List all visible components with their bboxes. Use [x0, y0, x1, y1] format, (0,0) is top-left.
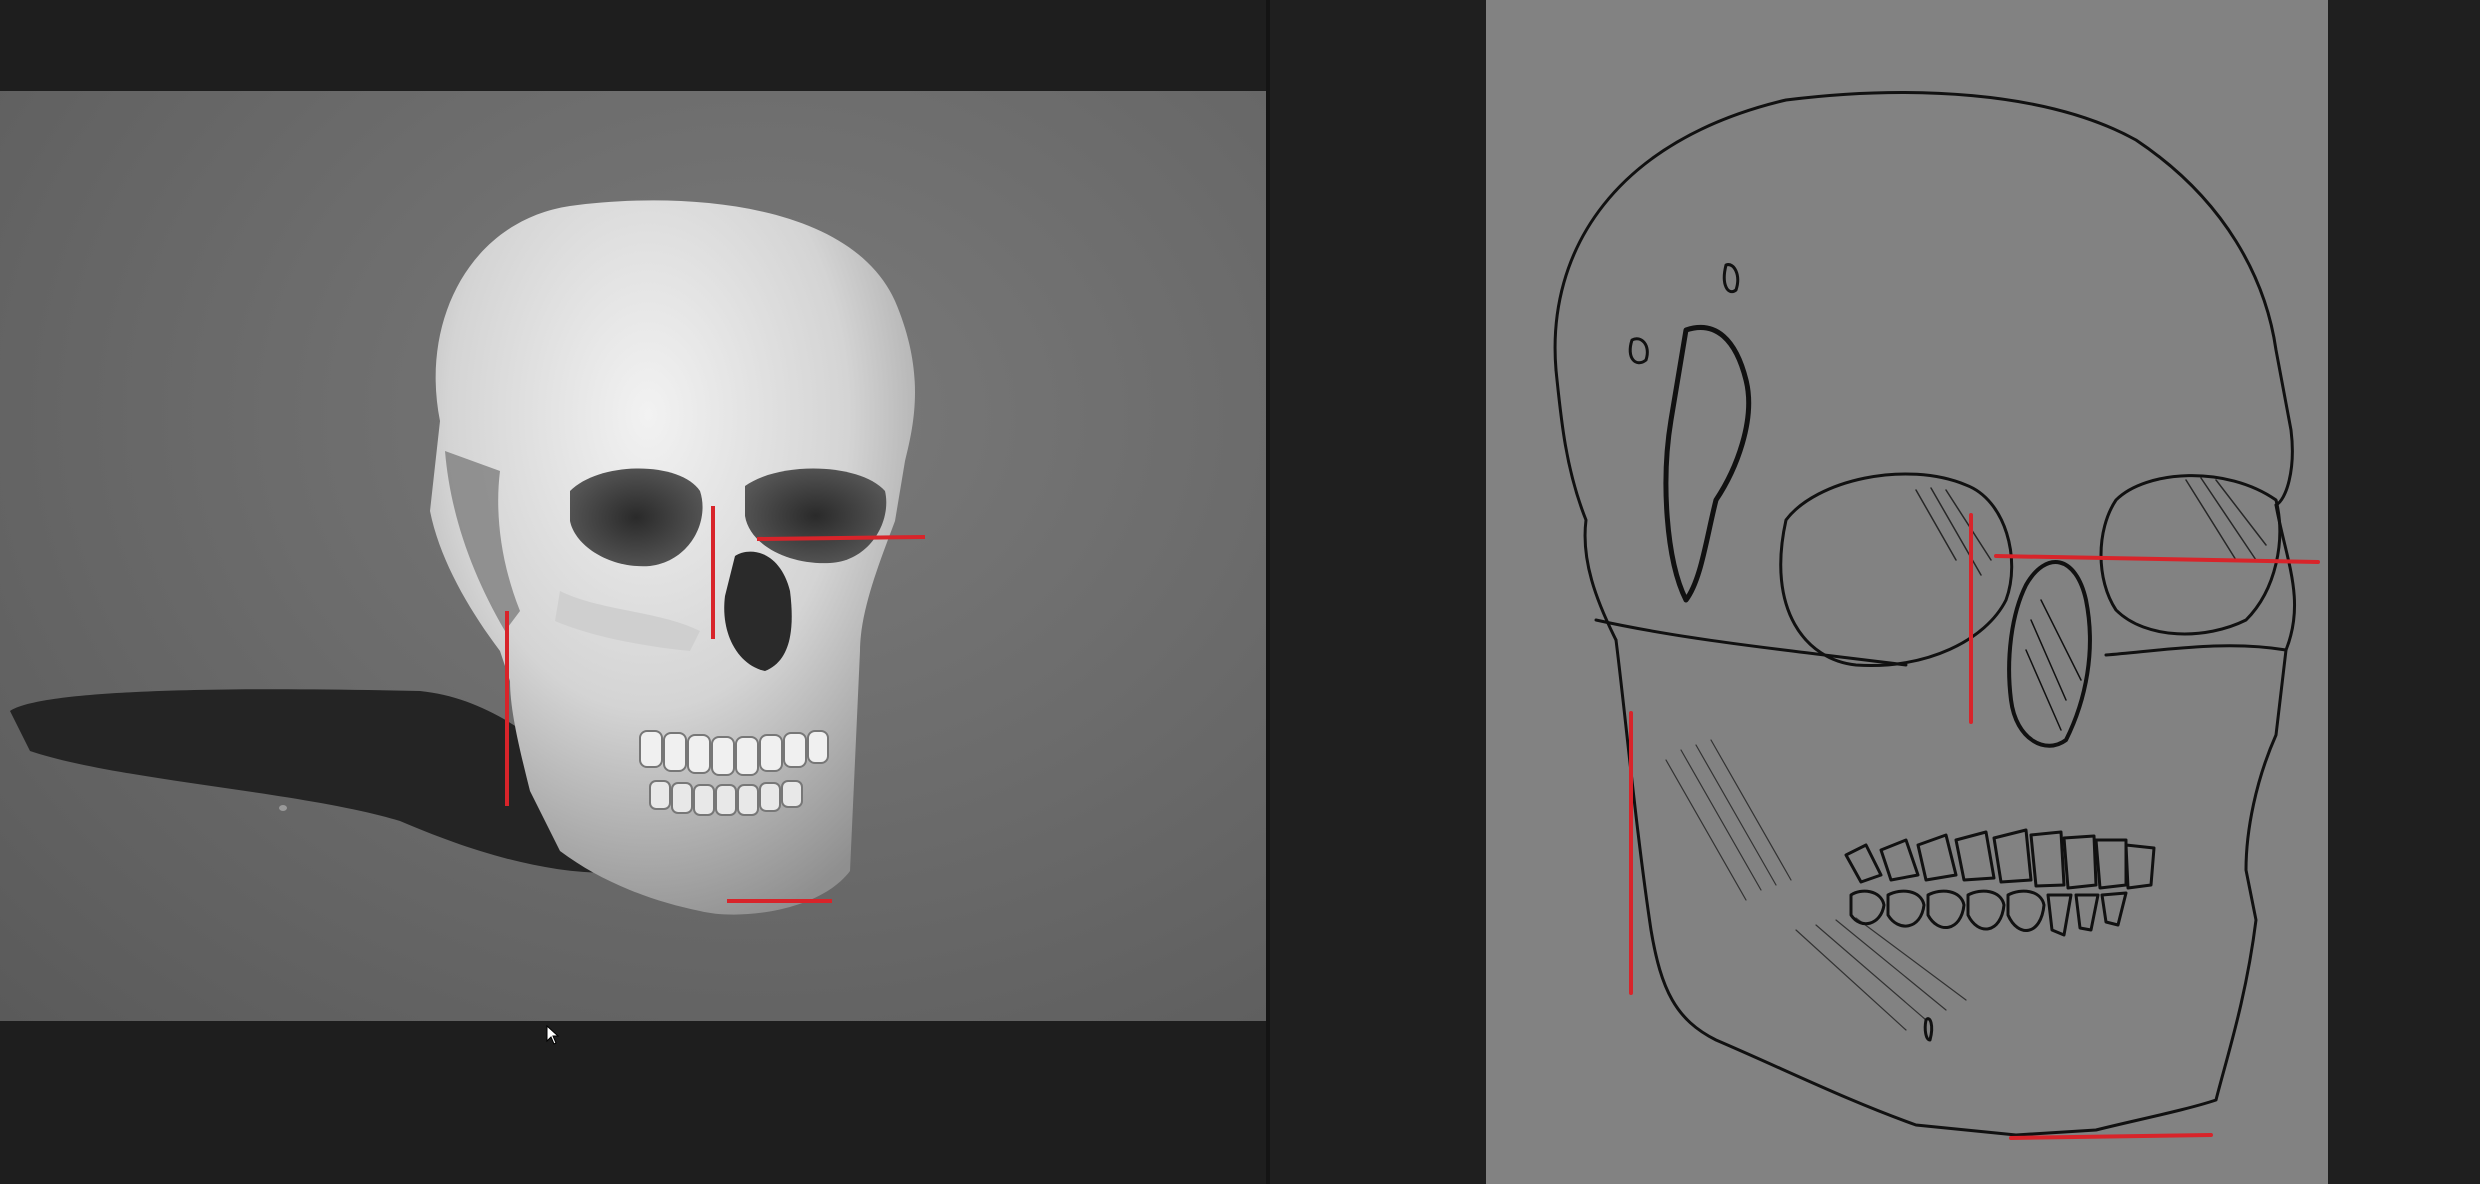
drawing-canvas[interactable]: [1486, 0, 2328, 1184]
jaw-hatching: [1665, 739, 1967, 1031]
chin-mark: [1923, 1017, 1934, 1042]
lower-teeth-outline: [1849, 889, 2128, 937]
nasal-hatching: [2025, 599, 2082, 731]
floor-speck: [279, 805, 287, 811]
mouse-pointer-icon: [546, 1025, 560, 1045]
zygomatic-arch: [1594, 618, 2288, 667]
workspace-gap: [1270, 0, 1486, 1184]
skull-render: [10, 200, 926, 915]
guide-horizontal-eye: [756, 535, 926, 541]
reference-pane: [0, 0, 1266, 1184]
drawing-guide-horizontal-chin: [2009, 1133, 2213, 1140]
jaw-outline: [1614, 638, 2018, 1137]
left-eye-socket-outline: [1779, 472, 2014, 668]
upper-teeth-outline: [1844, 828, 2156, 890]
temporal-hole-2: [1722, 263, 1740, 293]
reference-viewport[interactable]: [0, 91, 1266, 1021]
nasal-cavity-outline: [2007, 560, 2092, 748]
skull-line-drawing: [1553, 91, 2320, 1140]
drawing-guide-lines: [1629, 513, 2320, 1140]
temporal-fossa: [1663, 324, 1752, 603]
right-face-outline: [2014, 503, 2297, 1137]
temporal-hole-1: [1628, 337, 1649, 365]
drawing-guide-horizontal-eye: [1994, 554, 2320, 564]
right-gutter: [2328, 0, 2480, 1184]
left-temple: [1554, 368, 1618, 642]
